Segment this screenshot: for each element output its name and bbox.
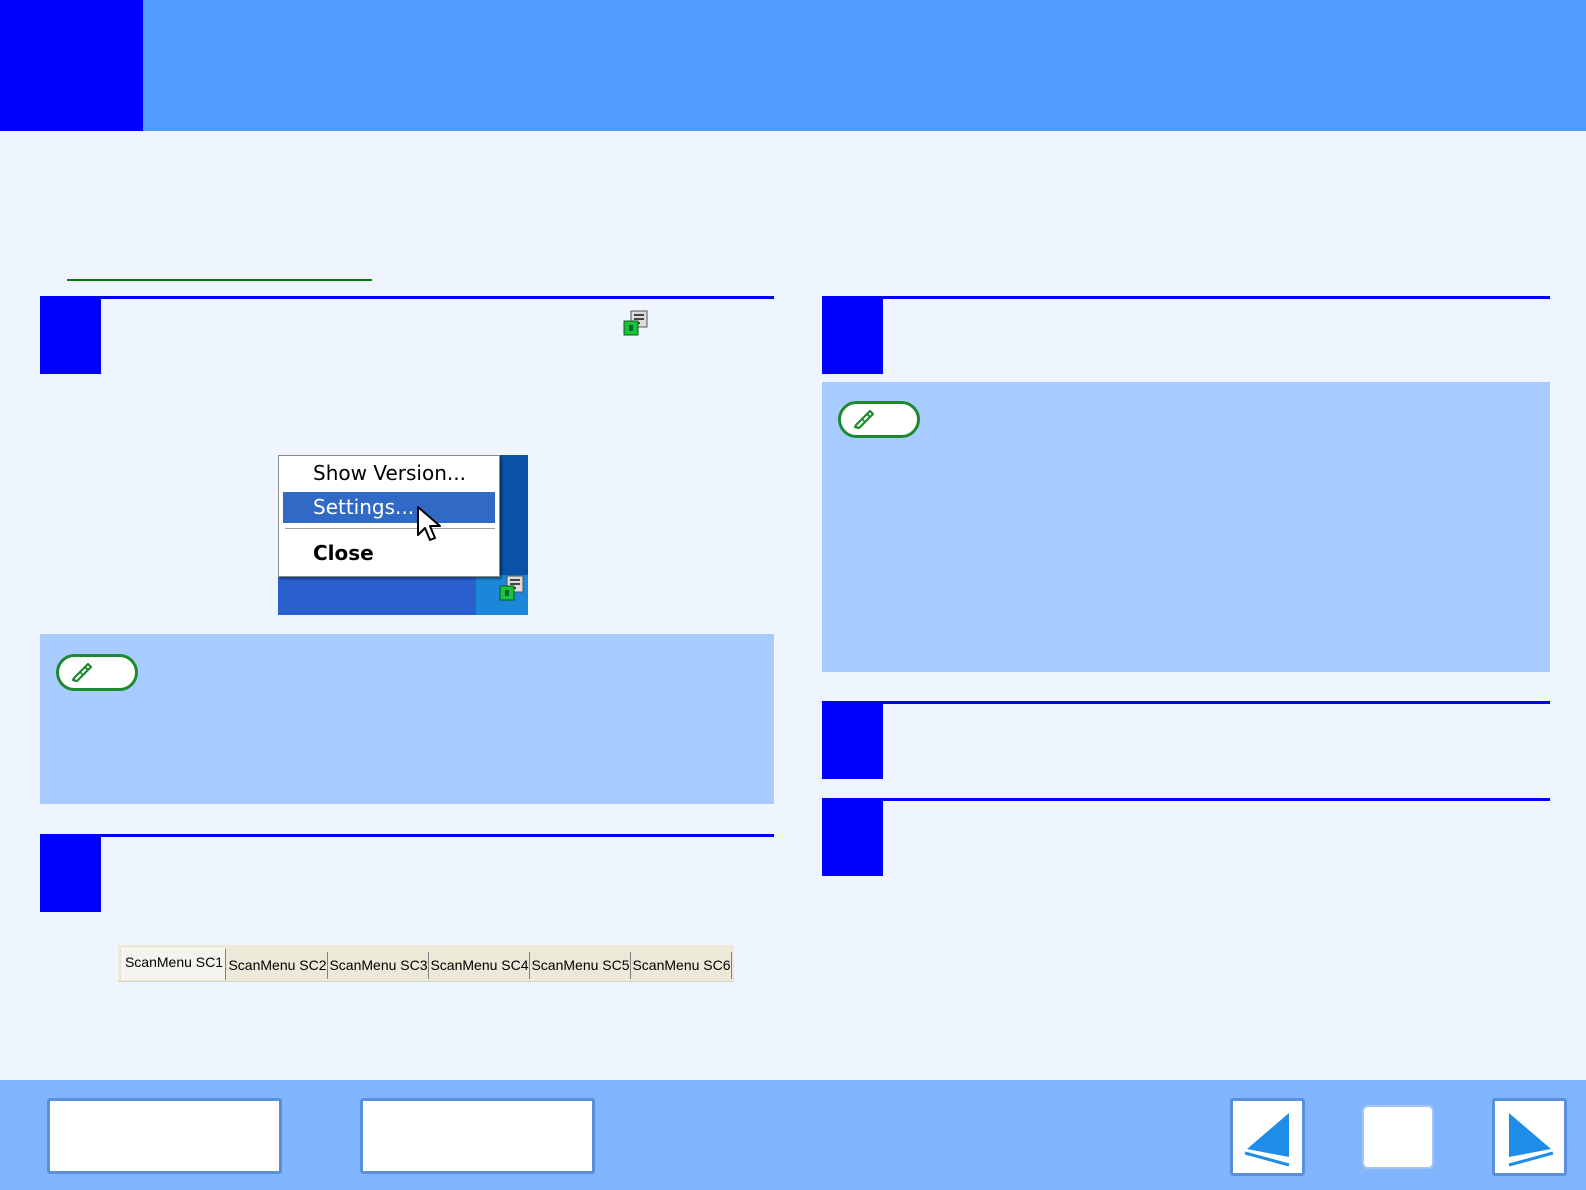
note-pencil-icon (853, 409, 875, 430)
step-1-rule (40, 296, 774, 299)
menu-item-settings[interactable]: Settings... (283, 492, 495, 523)
step-5-number (822, 798, 883, 876)
note-box-right (822, 382, 1550, 672)
step-2-rule (40, 834, 774, 837)
header-bar (0, 0, 1586, 131)
chapter-marker (0, 0, 143, 131)
note-pencil-icon (71, 662, 93, 683)
tab-scanmenu-sc3[interactable]: ScanMenu SC3 (329, 952, 429, 979)
note-badge (56, 654, 138, 691)
context-menu-screenshot: Show Version... Settings... Close (278, 455, 528, 615)
contents-button[interactable] (47, 1098, 282, 1174)
previous-page-button[interactable] (1230, 1098, 1305, 1176)
button-manager-tray-icon (623, 310, 648, 336)
scanmenu-tab-strip: ScanMenu SC1 ScanMenu SC2 ScanMenu SC3 S… (118, 945, 734, 982)
return-button[interactable] (1362, 1105, 1434, 1169)
step-4-number (822, 701, 883, 779)
note-badge (838, 401, 920, 438)
tab-scanmenu-sc6[interactable]: ScanMenu SC6 (632, 952, 732, 979)
menu-separator (285, 528, 495, 530)
note-box-left (40, 634, 774, 804)
next-page-button[interactable] (1492, 1098, 1567, 1176)
step-1-number (40, 296, 101, 374)
tab-scanmenu-sc4[interactable]: ScanMenu SC4 (430, 952, 530, 979)
reference-link[interactable] (67, 279, 372, 281)
tab-scanmenu-sc1[interactable]: ScanMenu SC1 (122, 948, 226, 980)
tab-scanmenu-sc2[interactable]: ScanMenu SC2 (228, 952, 328, 979)
step-3-rule (822, 296, 1550, 299)
mouse-pointer-icon (417, 506, 441, 541)
step-2-number (40, 834, 101, 912)
menu-item-show-version[interactable]: Show Version... (283, 458, 495, 489)
tray-icon[interactable] (498, 575, 526, 603)
previous-page-icon (1244, 1113, 1290, 1167)
index-button[interactable] (360, 1098, 595, 1174)
next-page-icon (1508, 1113, 1554, 1167)
menu-item-close[interactable]: Close (283, 538, 495, 569)
step-5-rule (822, 798, 1550, 801)
tab-scanmenu-sc5[interactable]: ScanMenu SC5 (531, 952, 631, 979)
tray-context-menu: Show Version... Settings... Close (278, 455, 500, 577)
step-4-rule (822, 701, 1550, 704)
step-3-number (822, 296, 883, 374)
